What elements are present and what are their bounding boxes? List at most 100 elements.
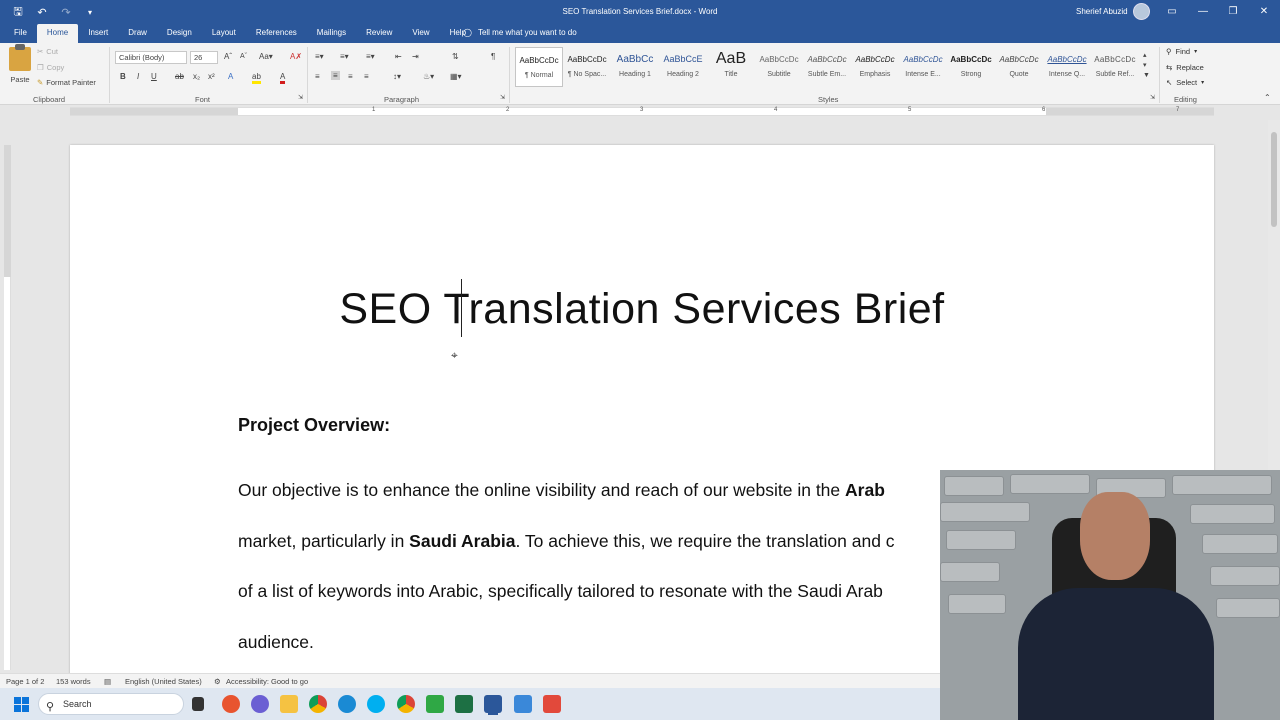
show-formatting-icon[interactable]: ¶ — [491, 52, 495, 61]
proofing-icon[interactable]: ▤ — [104, 677, 111, 686]
style-subtitle[interactable]: AaBbCcDc Subtitle — [755, 47, 803, 87]
style-emphasis[interactable]: AaBbCcDc Emphasis — [851, 47, 899, 87]
shrink-font-icon[interactable]: Aˇ — [240, 53, 247, 60]
skype-icon[interactable] — [367, 695, 385, 713]
line-spacing-icon[interactable]: ↕▾ — [393, 72, 401, 81]
undo-icon[interactable]: ↶ — [34, 4, 50, 20]
document-heading[interactable]: SEO Translation Services Brief — [70, 285, 1214, 334]
tell-me-box[interactable]: ◯ Tell me what you want to do — [463, 28, 577, 37]
style-title[interactable]: AaB Title — [707, 47, 755, 87]
minimize-button[interactable]: — — [1194, 4, 1212, 20]
app-icon-orange[interactable] — [222, 695, 240, 713]
font-dialog-launcher-icon[interactable]: ⇲ — [298, 94, 303, 101]
tab-layout[interactable]: Layout — [202, 24, 246, 43]
recorder-icon[interactable] — [543, 695, 561, 713]
subscript-icon[interactable]: x₂ — [193, 72, 200, 81]
style-no-spacing[interactable]: AaBbCcDc ¶ No Spac... — [563, 47, 611, 87]
ribbon-display-icon[interactable]: ▭ — [1163, 4, 1181, 20]
style-subtle-emphasis[interactable]: AaBbCcDc Subtle Em... — [803, 47, 851, 87]
windows-start-icon[interactable] — [14, 697, 29, 712]
multilevel-list-icon[interactable]: ≡▾ — [366, 52, 375, 61]
decrease-indent-icon[interactable]: ⇤ — [395, 52, 402, 61]
borders-icon[interactable]: ▦▾ — [450, 72, 462, 81]
excel-icon[interactable] — [455, 695, 473, 713]
horizontal-ruler[interactable]: 1 2 3 4 5 6 7 — [70, 107, 1214, 116]
paragraph-line[interactable]: of a list of keywords into Arabic, speci… — [238, 581, 883, 602]
replace-button[interactable]: ⇆ Replace — [1166, 63, 1204, 72]
align-right-icon[interactable]: ≡ — [348, 72, 353, 81]
file-explorer-icon[interactable] — [280, 695, 298, 713]
strikethrough-icon[interactable]: ab — [175, 72, 184, 81]
style-subtle-reference[interactable]: AaBbCcDc Subtle Ref... — [1091, 47, 1139, 87]
tab-review[interactable]: Review — [356, 24, 402, 43]
numbering-icon[interactable]: ≡▾ — [340, 52, 349, 61]
clear-formatting-icon[interactable]: A✗ — [290, 52, 302, 61]
tab-file[interactable]: File — [4, 24, 37, 43]
collapse-ribbon-icon[interactable]: ⌃ — [1264, 93, 1271, 102]
style-heading-1[interactable]: AaBbCc Heading 1 — [611, 47, 659, 87]
tab-home[interactable]: Home — [36, 24, 79, 43]
bold-icon[interactable]: B — [120, 72, 126, 81]
language-indicator[interactable]: English (United States) — [125, 677, 202, 686]
task-view-icon[interactable] — [192, 697, 204, 711]
accessibility-status[interactable]: Accessibility: Good to go — [226, 677, 308, 686]
accessibility-icon[interactable]: ⚙ — [214, 677, 221, 686]
paragraph-line[interactable]: market, particularly in Saudi Arabia. To… — [238, 531, 895, 552]
word-icon[interactable] — [484, 695, 502, 713]
sort-icon[interactable]: ⇅ — [452, 52, 459, 61]
paragraph-line[interactable]: audience. — [238, 632, 314, 653]
tab-view[interactable]: View — [402, 24, 439, 43]
text-effects-icon[interactable]: A — [228, 72, 233, 81]
paste-button[interactable]: Paste — [8, 44, 32, 87]
camtasia-icon[interactable] — [426, 695, 444, 713]
notepad-icon[interactable] — [514, 695, 532, 713]
tab-mailings[interactable]: Mailings — [307, 24, 356, 43]
grow-font-icon[interactable]: Aˆ — [224, 52, 232, 61]
chrome-icon[interactable] — [309, 695, 327, 713]
save-icon[interactable]: 🖫 — [10, 4, 26, 20]
style-intense-quote[interactable]: AaBbCcDc Intense Q... — [1043, 47, 1091, 87]
find-button[interactable]: ⚲ Find ▾ — [1166, 47, 1197, 56]
italic-icon[interactable]: I — [137, 72, 139, 81]
tab-insert[interactable]: Insert — [78, 24, 118, 43]
bullets-icon[interactable]: ≡▾ — [315, 52, 324, 61]
shading-icon[interactable]: ♨▾ — [423, 72, 434, 81]
style-heading-2[interactable]: AaBbCcE Heading 2 — [659, 47, 707, 87]
scrollbar-thumb[interactable] — [1271, 132, 1277, 227]
avatar[interactable] — [1133, 3, 1150, 20]
font-color-icon[interactable]: A — [280, 72, 286, 84]
paragraph-line[interactable]: Our objective is to enhance the online v… — [238, 480, 885, 501]
justify-icon[interactable]: ≡ — [364, 72, 369, 81]
cut-button[interactable]: ✂ Cut — [37, 47, 58, 56]
increase-indent-icon[interactable]: ⇥ — [412, 52, 419, 61]
user-name[interactable]: Sherief Abuzid — [1076, 7, 1128, 16]
chat-app-icon[interactable] — [251, 695, 269, 713]
style-strong[interactable]: AaBbCcDc Strong — [947, 47, 995, 87]
customize-qat-icon[interactable]: ▾ — [82, 4, 98, 20]
paragraph-dialog-launcher-icon[interactable]: ⇲ — [500, 94, 505, 101]
style-quote[interactable]: AaBbCcDc Quote — [995, 47, 1043, 87]
align-center-icon[interactable]: ≡ — [331, 71, 340, 80]
font-name-combo[interactable]: Calibri (Body) — [115, 51, 187, 64]
tab-references[interactable]: References — [246, 24, 307, 43]
taskbar-search[interactable]: ⚲ Search — [38, 693, 184, 715]
style-normal[interactable]: AaBbCcDc ¶ Normal — [515, 47, 563, 87]
word-count[interactable]: 153 words — [56, 677, 91, 686]
superscript-icon[interactable]: x² — [208, 72, 215, 81]
section-heading[interactable]: Project Overview: — [238, 415, 390, 436]
change-case-icon[interactable]: Aa▾ — [259, 52, 273, 61]
redo-icon[interactable]: ↷ — [58, 4, 74, 20]
edge-icon[interactable] — [338, 695, 356, 713]
tab-draw[interactable]: Draw — [118, 24, 157, 43]
align-left-icon[interactable]: ≡ — [315, 72, 320, 81]
highlight-icon[interactable]: ab — [252, 72, 261, 84]
styles-scroll-icon[interactable]: ▴ ▾ ▼ — [1143, 51, 1150, 81]
select-button[interactable]: ↖ Select ▾ — [1166, 78, 1204, 87]
styles-dialog-launcher-icon[interactable]: ⇲ — [1150, 94, 1155, 101]
style-intense-emphasis[interactable]: AaBbCcDc Intense E... — [899, 47, 947, 87]
vertical-ruler[interactable] — [4, 145, 11, 670]
page-count[interactable]: Page 1 of 2 — [6, 677, 44, 686]
close-button[interactable]: ✕ — [1255, 4, 1273, 20]
chrome-profile-icon[interactable] — [397, 695, 415, 713]
format-painter-button[interactable]: ✎ Format Painter — [37, 78, 96, 87]
